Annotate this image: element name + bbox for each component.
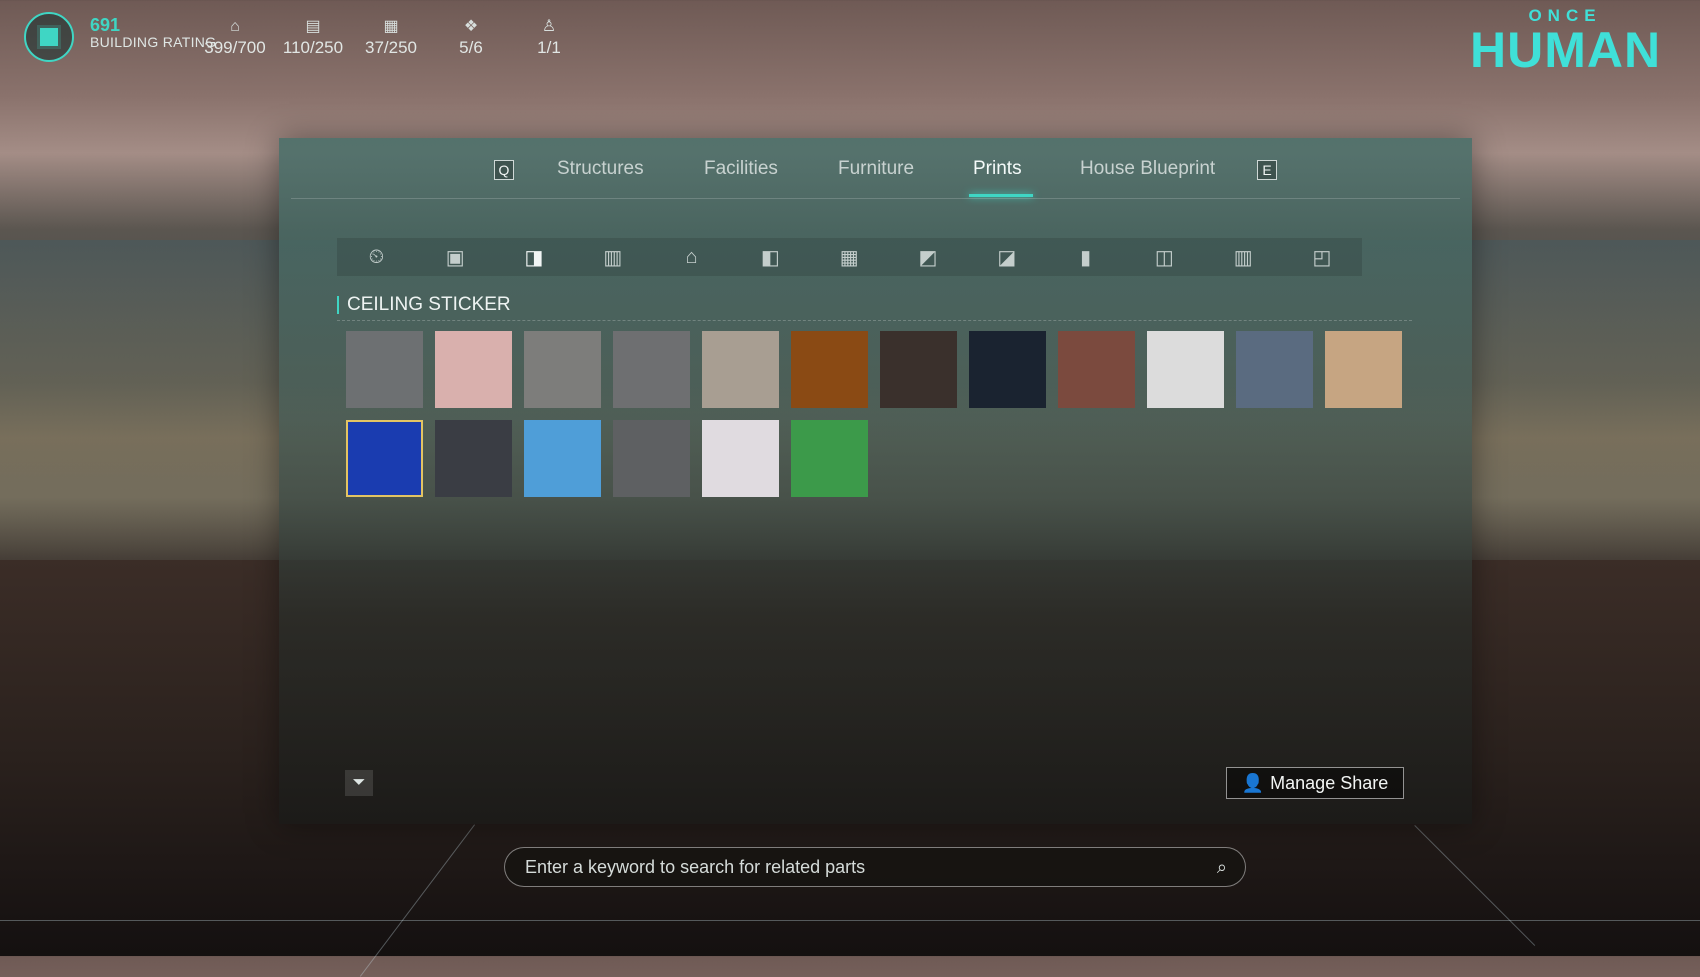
category-tab-window-print[interactable]: ▦ — [810, 238, 889, 276]
category-tab-frame-print[interactable]: ◫ — [1125, 238, 1204, 276]
striped-metal-tile[interactable] — [613, 331, 690, 408]
tab-facilities[interactable]: Facilities — [704, 158, 778, 180]
building-rating-hud: 691 BUILDING RATING — [24, 12, 216, 62]
manage-share-button[interactable]: 👤 Manage Share — [1226, 767, 1404, 799]
category-tab-railing-print[interactable]: ◪ — [967, 238, 1046, 276]
filter-button[interactable]: ⏷ — [345, 770, 373, 796]
game-logo: ONCE HUMAN — [1470, 6, 1662, 78]
hud-stat-value: 5/6 — [459, 38, 483, 57]
misc-print-icon: ◰ — [1312, 246, 1332, 269]
category-tab-fence-print[interactable]: ▥ — [1204, 238, 1283, 276]
ceiling-print-icon: ◨ — [524, 246, 544, 269]
build-menu-panel: Q Structures Facilities Furniture Prints… — [279, 138, 1472, 824]
hud-stat-value: 37/250 — [365, 38, 417, 57]
territory-icon: ❖ — [463, 18, 479, 35]
next-tab-key[interactable]: E — [1257, 160, 1277, 180]
hud-stat-value: 399/700 — [204, 38, 266, 57]
red-brick-cross-tile[interactable] — [1058, 331, 1135, 408]
category-tab-recent[interactable]: ⏲ — [337, 238, 416, 276]
tab-prints[interactable]: Prints — [973, 158, 1022, 180]
hud-stat: ⌂ 399/700 — [195, 16, 275, 58]
grey-concrete-tile[interactable] — [613, 420, 690, 497]
hud-stat: ♙ 1/1 — [509, 16, 589, 58]
share-user-icon: 👤 — [1241, 772, 1265, 793]
blue-glass-tile[interactable] — [346, 420, 423, 497]
category-tab-pillar-print[interactable]: ▮ — [1046, 238, 1125, 276]
search-bar[interactable]: ⌕ — [504, 847, 1246, 887]
pink-square-tile[interactable] — [435, 331, 512, 408]
pillar-print-icon: ▮ — [1080, 246, 1092, 269]
house-icon: ⌂ — [230, 18, 240, 35]
grey-stone-tile[interactable] — [524, 331, 601, 408]
category-tab-stair-print[interactable]: ◩ — [889, 238, 968, 276]
active-tab-indicator — [969, 194, 1033, 197]
window-print-icon: ▦ — [839, 246, 859, 269]
door-print-icon: ◧ — [760, 246, 780, 269]
build-grid-line — [0, 920, 1700, 921]
building-emblem-icon — [24, 12, 74, 62]
fence-print-icon: ▥ — [1233, 246, 1253, 269]
category-tab-floor-print[interactable]: ▣ — [416, 238, 495, 276]
category-tab-wall-print[interactable]: ▥ — [573, 238, 652, 276]
white-panel-tile[interactable] — [1147, 331, 1224, 408]
night-sky-tile[interactable] — [969, 331, 1046, 408]
category-tab-roof-print[interactable]: ⌂ — [652, 238, 731, 276]
hud-stat: ▤ 110/250 — [273, 16, 353, 58]
white-marble-tile[interactable] — [702, 420, 779, 497]
tab-divider — [291, 198, 1460, 199]
beige-plaster-tile[interactable] — [702, 331, 779, 408]
section-title: CEILING STICKER — [337, 295, 511, 314]
dark-parquet-tile[interactable] — [435, 420, 512, 497]
roof-print-icon: ⌂ — [685, 245, 698, 268]
search-input[interactable] — [523, 855, 1217, 879]
railing-print-icon: ◪ — [997, 246, 1017, 269]
category-tab-door-print[interactable]: ◧ — [731, 238, 810, 276]
frame-print-icon: ◫ — [1154, 246, 1174, 269]
tab-bar: Q Structures Facilities Furniture Prints… — [279, 138, 1472, 199]
floor-print-icon: ▣ — [445, 246, 465, 269]
rust-orange-tile[interactable] — [791, 331, 868, 408]
category-tab-misc-print[interactable]: ◰ — [1283, 238, 1362, 276]
light-wood-tile[interactable] — [1325, 331, 1402, 408]
green-tile[interactable] — [791, 420, 868, 497]
category-tab-ceiling-print[interactable]: ◨ — [495, 238, 574, 276]
blue-mosaic-tile[interactable] — [524, 420, 601, 497]
hud-stat-value: 110/250 — [282, 38, 344, 57]
recent-icon: ⏲ — [368, 245, 385, 268]
grey-hexagon-tile[interactable] — [346, 331, 423, 408]
tab-furniture[interactable]: Furniture — [838, 158, 914, 180]
logo-main-text: HUMAN — [1470, 22, 1662, 78]
hud-stat-value: 1/1 — [537, 38, 561, 57]
storage-icon: ▤ — [305, 18, 321, 35]
category-bar: ⏲ ▣ ◨ ▥ ⌂ ◧ ▦ ◩ ◪ ▮ ◫ ▥ ◰ — [337, 238, 1362, 276]
hud-stat: ▦ 37/250 — [351, 16, 431, 58]
prev-tab-key[interactable]: Q — [494, 160, 514, 180]
blue-steel-tile[interactable] — [1236, 331, 1313, 408]
filter-icon: ⏷ — [352, 774, 366, 791]
stair-print-icon: ◩ — [918, 246, 938, 269]
crafting-icon: ▦ — [383, 18, 399, 35]
wall-print-icon: ▥ — [603, 246, 623, 269]
dark-wood-panel-tile[interactable] — [880, 331, 957, 408]
section-divider — [337, 320, 1412, 321]
tab-house-blueprint[interactable]: House Blueprint — [1080, 158, 1215, 180]
search-icon[interactable]: ⌕ — [1217, 857, 1227, 878]
tab-structures[interactable]: Structures — [557, 158, 644, 180]
manage-share-label: Manage Share — [1270, 772, 1389, 793]
hud-stat: ❖ 5/6 — [431, 16, 511, 58]
deviation-icon: ♙ — [541, 18, 557, 35]
